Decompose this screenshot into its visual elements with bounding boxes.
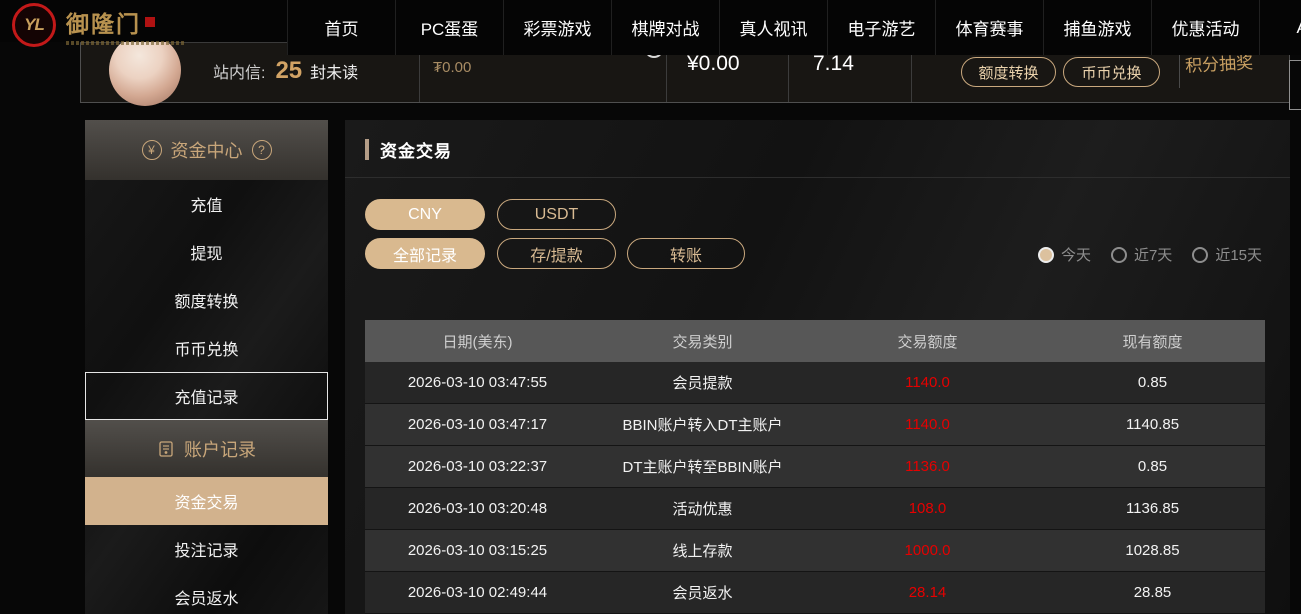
cell-date: 2026-03-10 03:15:25	[365, 542, 590, 559]
date-filter-15days[interactable]: 近15天	[1192, 244, 1262, 265]
cell-amount: 1000.0	[815, 542, 1040, 559]
record-tab-deposit-withdraw[interactable]: 存/提款	[497, 238, 616, 269]
currency-tab-usdt[interactable]: USDT	[497, 199, 616, 230]
cell-type: 线上存款	[590, 540, 815, 561]
nav-item-lottery[interactable]: 彩票游戏	[503, 0, 611, 55]
page-title: 资金交易	[380, 137, 452, 162]
sidebar-section-label: 资金中心	[171, 137, 243, 163]
cell-date: 2026-03-10 03:47:17	[365, 416, 590, 433]
table-row: 2026-03-10 03:47:17 BBIN账户转入DT主账户 1140.0…	[365, 404, 1265, 446]
nav-item-pcdd[interactable]: PC蛋蛋	[395, 0, 503, 55]
nav-item-fishing[interactable]: 捕鱼游戏	[1043, 0, 1151, 55]
sidebar-item-fund-transactions[interactable]: 资金交易	[85, 477, 328, 525]
cell-balance: 28.85	[1040, 584, 1265, 601]
main-panel: 资金交易 CNY USDT 全部记录 存/提款 转账 今天 近7天 近15天 日…	[345, 120, 1290, 614]
inbox-link[interactable]: 站内信: 25 封未读	[213, 57, 358, 85]
cell-type: 活动优惠	[590, 498, 815, 519]
right-edge-panel	[1289, 60, 1301, 110]
cell-balance: 1028.85	[1040, 542, 1265, 559]
sidebar-item-quota-transfer[interactable]: 额度转换	[85, 276, 328, 324]
date-filter-today[interactable]: 今天	[1038, 244, 1091, 265]
divider	[1179, 55, 1180, 88]
title-accent-bar	[365, 139, 369, 160]
inbox-suffix: 封未读	[310, 59, 358, 83]
cell-balance: 1140.85	[1040, 416, 1265, 433]
currency-tab-cny[interactable]: CNY	[365, 199, 485, 230]
col-header-date: 日期(美东)	[365, 331, 590, 352]
cell-type: 会员返水	[590, 582, 815, 603]
cell-date: 2026-03-10 03:20:48	[365, 500, 590, 517]
sidebar-item-coin-exchange[interactable]: 币币兑换	[85, 324, 328, 372]
nav-item-app[interactable]: APP	[1259, 0, 1301, 55]
cell-amount: 1140.0	[815, 374, 1040, 391]
sidebar: ¥ 资金中心 ? 充值 提现 额度转换 币币兑换 充值记录 账户记录 资金交易 …	[85, 120, 328, 614]
nav-item-promotions[interactable]: 优惠活动	[1151, 0, 1259, 55]
cell-date: 2026-03-10 03:22:37	[365, 458, 590, 475]
col-header-type: 交易类别	[590, 331, 815, 352]
date-filter-7days[interactable]: 近7天	[1111, 244, 1172, 265]
inbox-label: 站内信:	[213, 59, 265, 83]
record-tab-transfer[interactable]: 转账	[627, 238, 745, 269]
cell-type: BBIN账户转入DT主账户	[590, 414, 815, 435]
cell-amount: 108.0	[815, 500, 1040, 517]
nav-item-home[interactable]: 首页	[287, 0, 395, 55]
record-tab-all[interactable]: 全部记录	[365, 238, 485, 269]
cell-date: 2026-03-10 03:47:55	[365, 374, 590, 391]
cell-balance: 0.85	[1040, 458, 1265, 475]
cell-amount: 1140.0	[815, 416, 1040, 433]
cny-balance: ¥0.00	[687, 52, 740, 76]
help-icon[interactable]: ?	[252, 140, 272, 160]
sidebar-section-fund-center[interactable]: ¥ 资金中心 ?	[85, 120, 328, 180]
brand-monogram-icon: YL	[12, 3, 56, 47]
date-filter-group: 今天 近7天 近15天	[1038, 244, 1262, 265]
table-row: 2026-03-10 03:22:37 DT主账户转至BBIN账户 1136.0…	[365, 446, 1265, 488]
transactions-table: 日期(美东) 交易类别 交易额度 现有额度 2026-03-10 03:47:5…	[365, 320, 1265, 614]
table-row: 2026-03-10 03:47:55 会员提款 1140.0 0.85	[365, 362, 1265, 404]
nav-item-board-games[interactable]: 棋牌对战	[611, 0, 719, 55]
brand-logo[interactable]: YL 御隆门	[12, 3, 184, 47]
col-header-amount: 交易额度	[815, 331, 1040, 352]
page-title-row: 资金交易	[365, 137, 452, 162]
table-header-row: 日期(美东) 交易类别 交易额度 现有额度	[365, 320, 1265, 362]
cell-amount: 1136.0	[815, 458, 1040, 475]
main-nav-menu: 首页 PC蛋蛋 彩票游戏 棋牌对战 真人视讯 电子游艺 体育赛事 捕鱼游戏 优惠…	[287, 0, 1301, 55]
cell-type: 会员提款	[590, 372, 815, 393]
brand-tagline	[66, 41, 184, 45]
brand-seal-icon	[145, 17, 155, 27]
sidebar-item-withdraw[interactable]: 提现	[85, 228, 328, 276]
nav-item-sports[interactable]: 体育赛事	[935, 0, 1043, 55]
inbox-unread-count: 25	[275, 57, 302, 85]
radio-icon	[1192, 247, 1208, 263]
cell-balance: 0.85	[1040, 374, 1265, 391]
sidebar-section-label: 账户记录	[184, 436, 256, 462]
points-balance: 7.14	[813, 52, 854, 76]
coin-icon: ¥	[142, 140, 162, 160]
sidebar-item-bet-records[interactable]: 投注记录	[85, 525, 328, 573]
brand-name: 御隆门	[66, 5, 141, 39]
radio-icon	[1111, 247, 1127, 263]
sidebar-item-deposit-records[interactable]: 充值记录	[85, 372, 328, 420]
radio-selected-icon	[1038, 247, 1054, 263]
nav-item-slots[interactable]: 电子游艺	[827, 0, 935, 55]
quota-transfer-button[interactable]: 额度转换	[961, 57, 1056, 87]
usdt-balance: ₮0.00	[433, 59, 471, 76]
ledger-icon	[157, 440, 175, 458]
table-row: 2026-03-10 03:15:25 线上存款 1000.0 1028.85	[365, 530, 1265, 572]
cell-date: 2026-03-10 02:49:44	[365, 584, 590, 601]
table-row: 2026-03-10 03:20:48 活动优惠 108.0 1136.85	[365, 488, 1265, 530]
cell-amount: 28.14	[815, 584, 1040, 601]
table-row: 2026-03-10 02:49:44 会员返水 28.14 28.85	[365, 572, 1265, 614]
sidebar-section-account-records[interactable]: 账户记录	[85, 420, 328, 477]
nav-item-live-casino[interactable]: 真人视讯	[719, 0, 827, 55]
col-header-balance: 现有额度	[1040, 331, 1265, 352]
sidebar-item-deposit[interactable]: 充值	[85, 180, 328, 228]
coin-exchange-button[interactable]: 币币兑换	[1063, 57, 1160, 87]
cell-type: DT主账户转至BBIN账户	[590, 456, 815, 477]
cell-balance: 1136.85	[1040, 500, 1265, 517]
sidebar-item-member-rebate[interactable]: 会员返水	[85, 573, 328, 614]
title-divider	[345, 177, 1290, 178]
